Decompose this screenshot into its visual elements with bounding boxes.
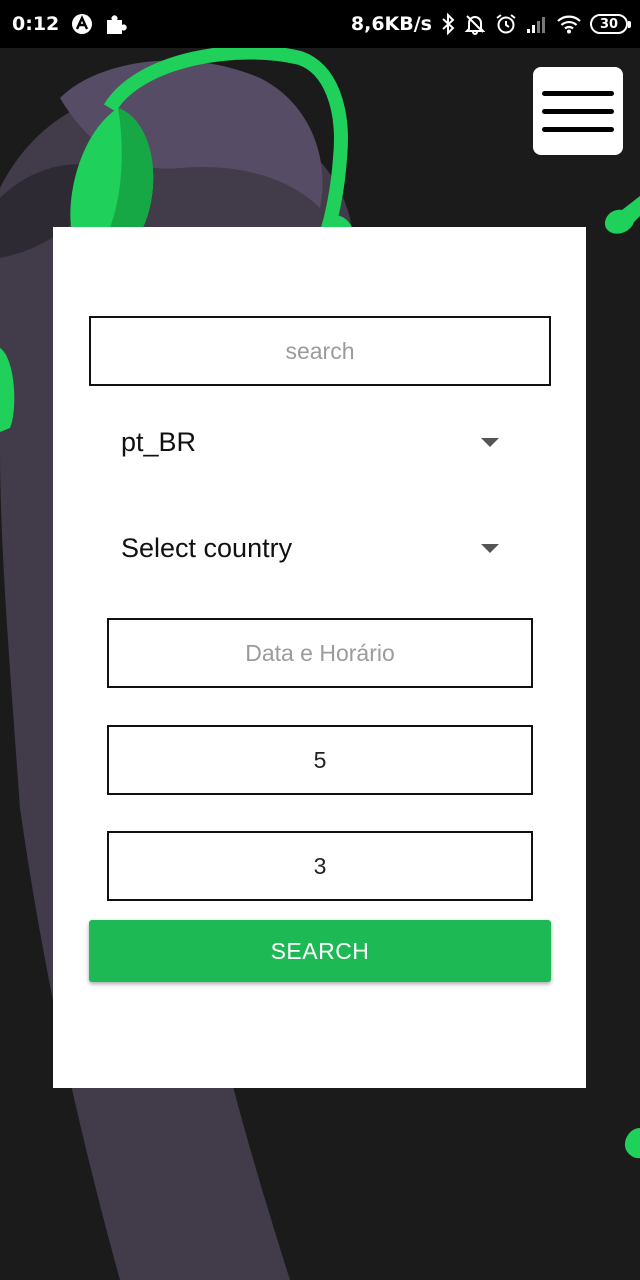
number-field-one-value: 5 (313, 746, 327, 773)
bluetooth-icon (441, 13, 455, 35)
clock: 0:12 (12, 13, 60, 35)
chevron-down-icon (481, 543, 499, 553)
network-speed: 8,6KB/s (350, 13, 432, 35)
chevron-down-icon (481, 437, 499, 447)
battery-icon: 30 (590, 14, 631, 34)
search-input[interactable] (91, 317, 549, 385)
hamburger-icon-line-middle (542, 108, 614, 114)
menu-button[interactable] (533, 67, 623, 155)
hamburger-icon-line-top (542, 90, 614, 96)
puzzle-icon (105, 13, 127, 35)
wifi-icon (557, 14, 581, 34)
number-field-one[interactable]: 5 (107, 725, 533, 795)
datetime-field[interactable] (107, 618, 533, 688)
hamburger-icon-line-bottom (542, 126, 614, 132)
search-field[interactable] (89, 316, 551, 386)
language-select[interactable]: pt_BR (121, 420, 499, 464)
signal-icon (526, 14, 548, 34)
a-logo-icon (71, 13, 93, 35)
country-select[interactable]: Select country (121, 526, 499, 570)
country-select-value: Select country (121, 532, 293, 563)
datetime-input[interactable] (109, 619, 531, 687)
status-right: 8,6KB/s 30 (350, 13, 631, 35)
status-bar: 0:12 8,6KB/s 30 (0, 0, 640, 48)
number-field-two-value: 3 (313, 852, 327, 879)
alarm-icon (495, 13, 517, 35)
language-select-value: pt_BR (121, 426, 197, 457)
number-field-two[interactable]: 3 (107, 831, 533, 901)
bell-off-icon (464, 13, 486, 35)
status-left: 0:12 (12, 13, 127, 35)
search-button[interactable]: SEARCH (89, 920, 551, 982)
search-form-card: pt_BR Select country 5 3 SEARCH (53, 227, 586, 1088)
